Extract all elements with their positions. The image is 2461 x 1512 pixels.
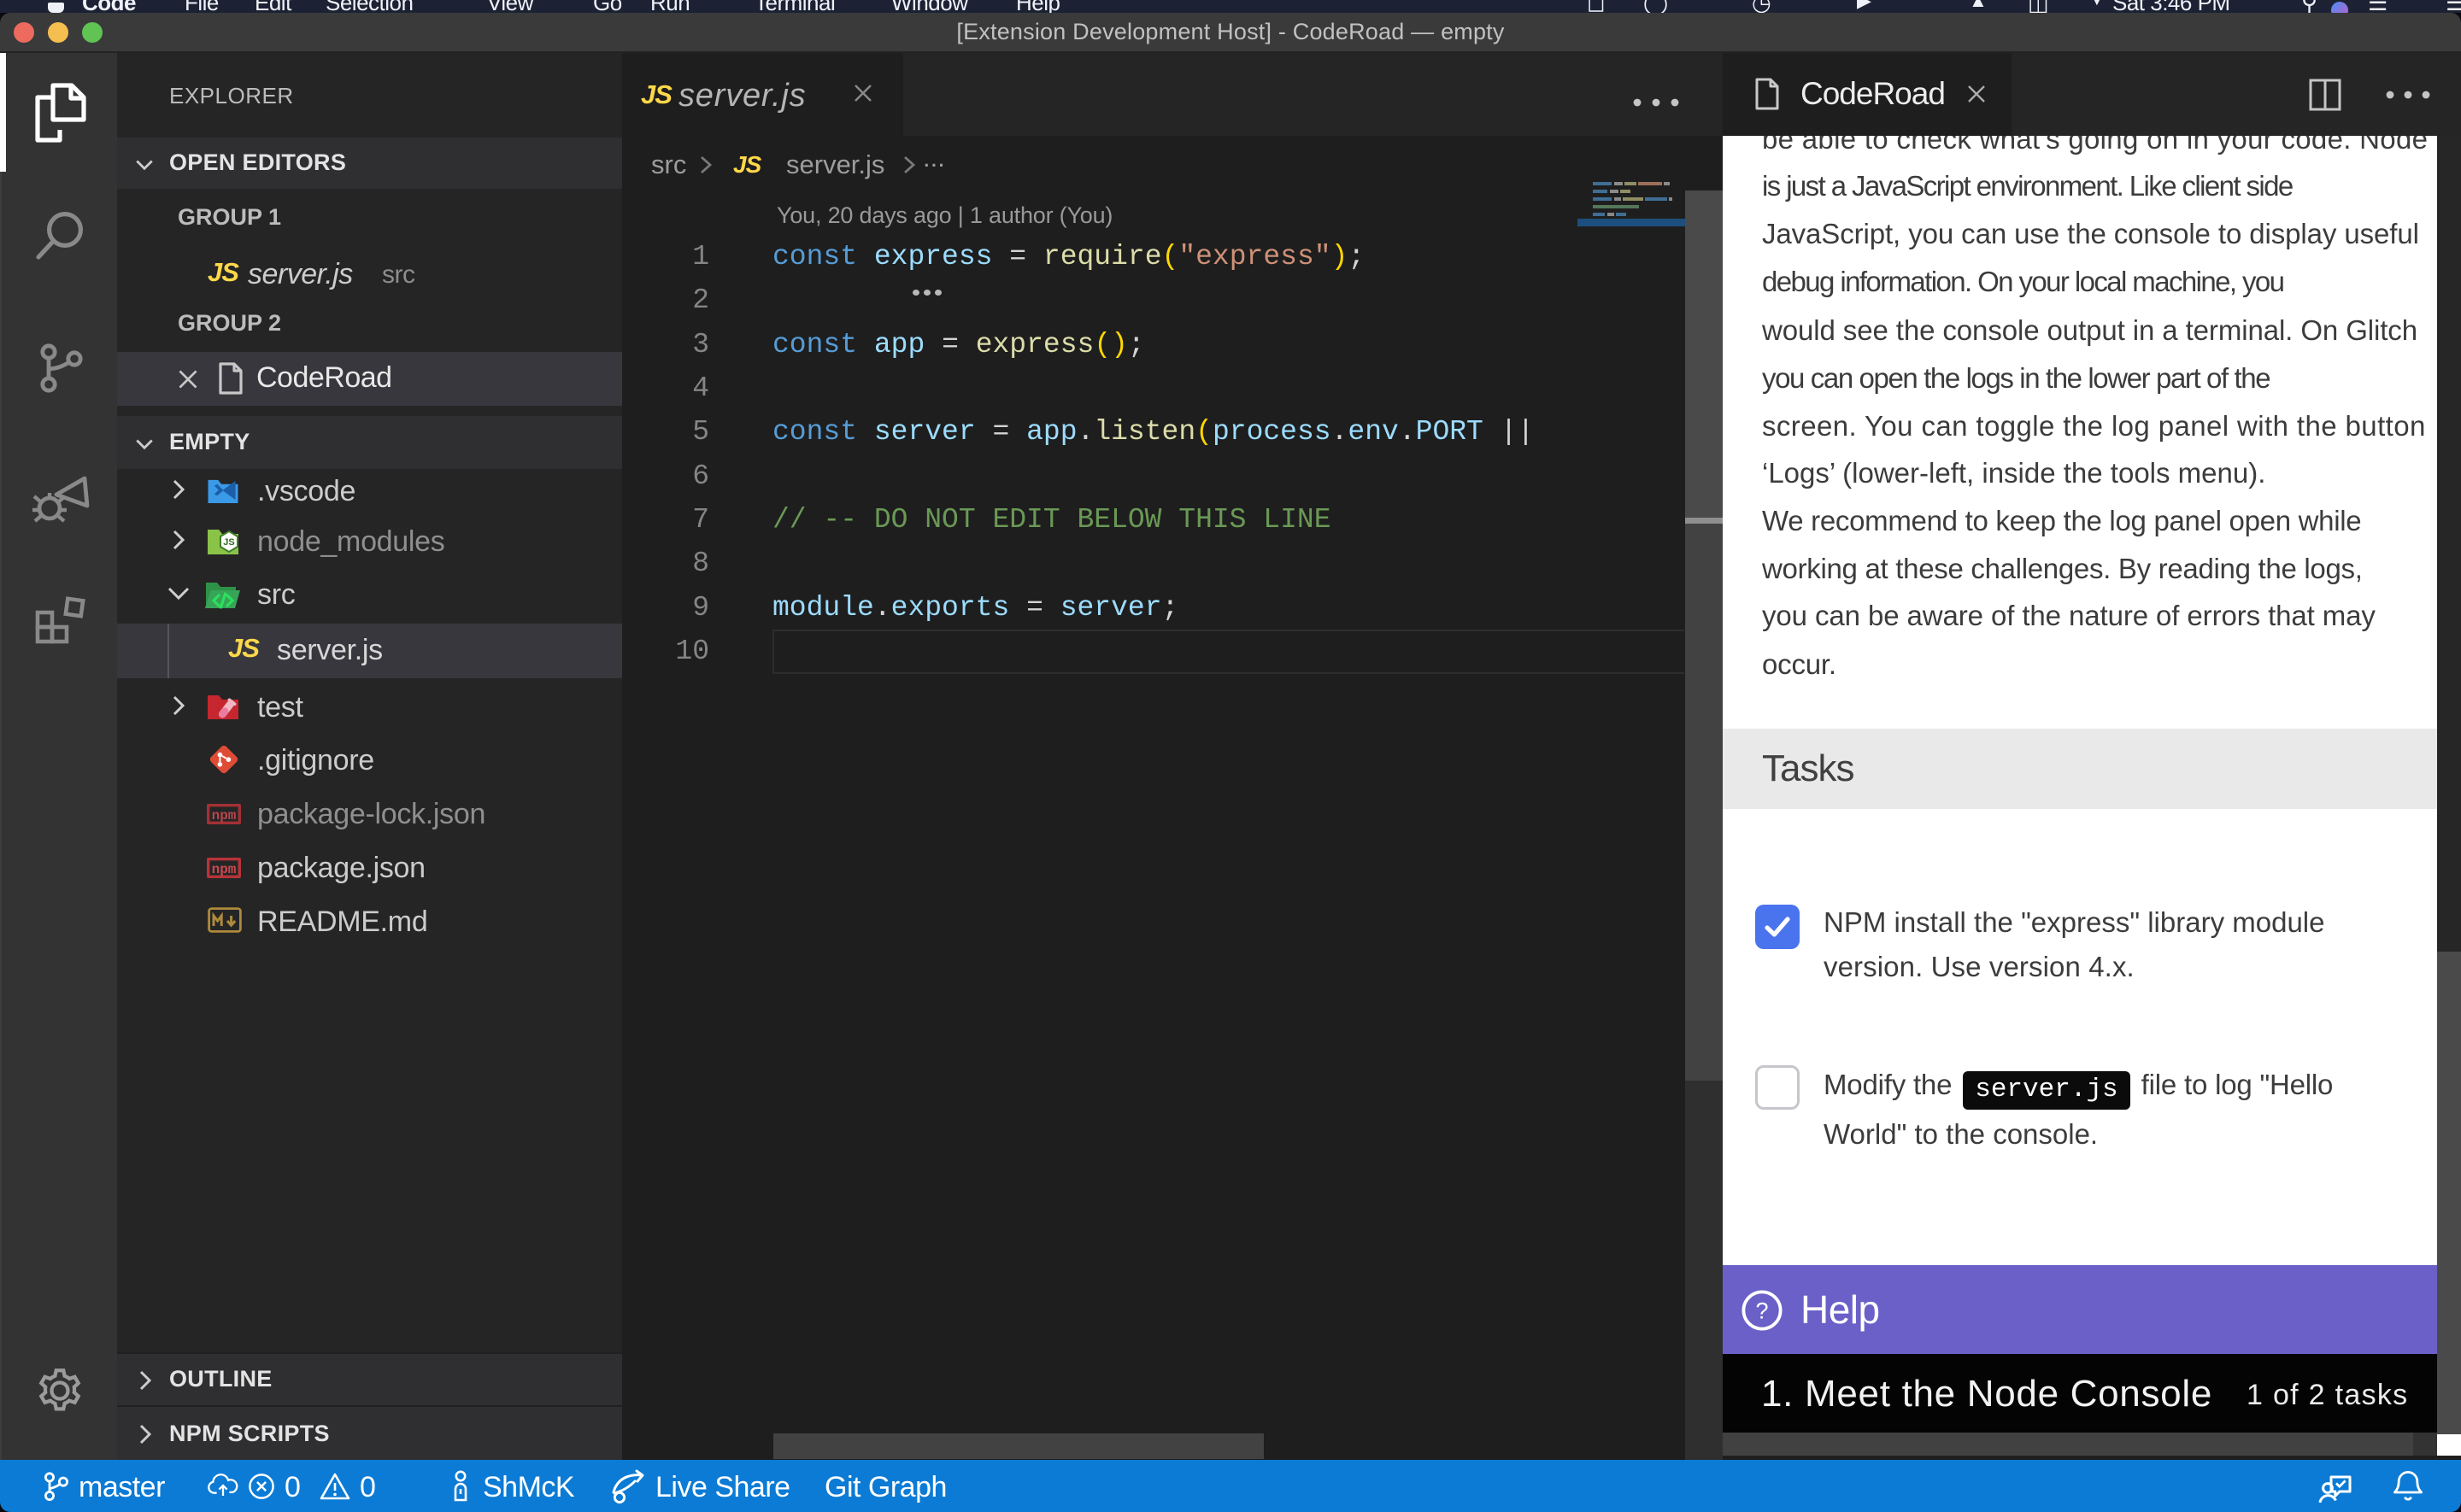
svg-text:npm: npm [212,862,237,877]
svg-text:JS: JS [223,537,234,548]
svg-text:?: ? [1755,1298,1768,1324]
svg-text:npm: npm [212,808,237,823]
